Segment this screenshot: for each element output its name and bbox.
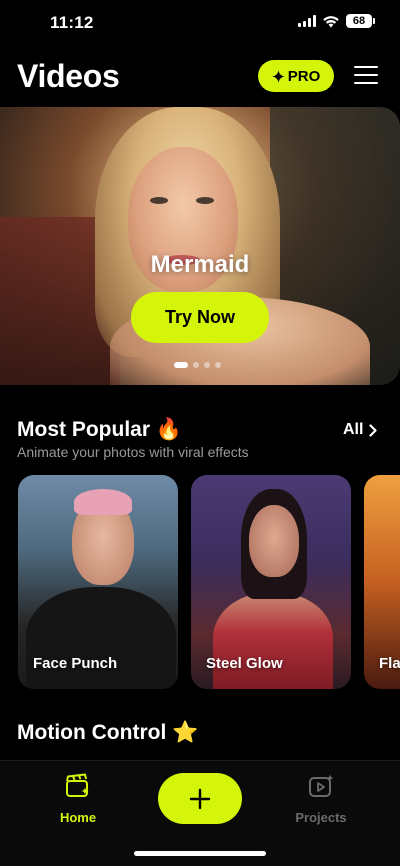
header: Videos PRO	[0, 52, 400, 104]
effect-card-label: Fla	[379, 655, 400, 672]
wifi-icon	[323, 15, 339, 27]
motion-control-title: Motion Control ⭐	[17, 721, 199, 744]
plus-icon	[189, 788, 211, 809]
tab-home[interactable]: Home	[38, 773, 118, 825]
sparkle-icon	[271, 69, 285, 83]
card-image-body	[213, 593, 333, 689]
page-title: Videos	[17, 58, 120, 94]
card-image-face	[249, 505, 299, 577]
create-add-button[interactable]	[158, 773, 242, 824]
hero-image-eye-right	[196, 197, 214, 204]
effect-card-label: Face Punch	[33, 655, 118, 672]
card-image-body	[26, 587, 176, 689]
home-clapperboard-icon	[66, 773, 89, 797]
see-all-label: All	[343, 421, 364, 438]
page-dot[interactable]	[193, 362, 199, 368]
status-icons: 68	[298, 14, 375, 28]
tab-projects-label: Projects	[295, 810, 347, 825]
page-dot[interactable]	[215, 362, 221, 368]
effect-card[interactable]: Face Punch	[18, 475, 178, 689]
most-popular-title: Most Popular 🔥	[17, 418, 182, 441]
carousel-page-dots[interactable]	[174, 362, 221, 368]
pro-button[interactable]: PRO	[258, 60, 334, 92]
status-time: 11:12	[50, 13, 94, 32]
cellular-signal-icon	[298, 15, 316, 27]
hero-title: Mermaid	[150, 251, 250, 278]
effect-card[interactable]: Steel Glow	[191, 475, 351, 689]
hamburger-menu-icon[interactable]	[354, 66, 380, 86]
pro-label: PRO	[287, 67, 321, 85]
tab-home-label: Home	[59, 810, 97, 825]
hero-image-eye-left	[150, 197, 168, 204]
effect-card-label: Steel Glow	[206, 655, 283, 672]
try-now-button[interactable]: Try Now	[131, 292, 269, 343]
effect-card[interactable]: Fla	[364, 475, 400, 689]
hero-banner[interactable]: Mermaid Try Now	[0, 107, 400, 385]
tab-projects[interactable]: Projects	[281, 773, 361, 825]
battery-icon: 68	[346, 14, 375, 28]
page-dot-active[interactable]	[174, 362, 188, 368]
chevron-right-icon	[369, 423, 378, 437]
card-image-hair	[74, 489, 132, 515]
home-indicator	[134, 851, 266, 856]
page-dot[interactable]	[204, 362, 210, 368]
status-bar: 11:12 68	[0, 0, 400, 48]
popular-cards-carousel[interactable]: Face Punch Steel Glow Fla	[0, 475, 400, 689]
most-popular-subtitle: Animate your photos with viral effects	[17, 444, 249, 460]
projects-video-icon	[309, 774, 334, 797]
see-all-link[interactable]: All	[343, 421, 378, 439]
